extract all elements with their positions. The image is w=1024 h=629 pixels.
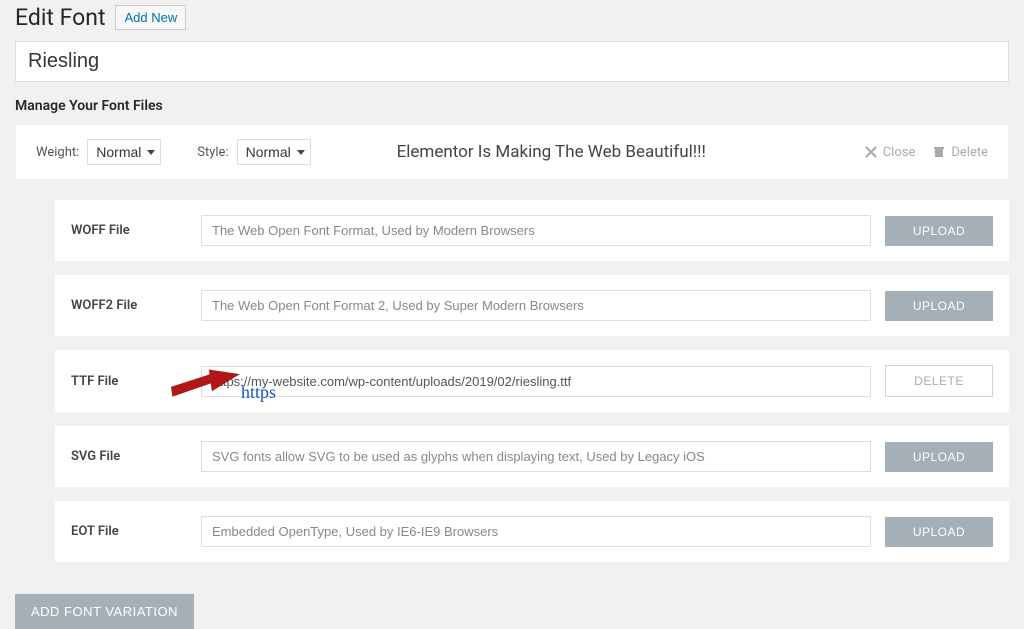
section-title: Manage Your Font Files [15,98,1009,114]
upload-file-button[interactable]: UPLOAD [885,517,993,547]
page-title: Edit Font [15,4,105,31]
file-row: SVG File UPLOAD [55,426,1009,487]
file-path-input[interactable] [201,516,871,547]
file-row: WOFF2 File UPLOAD [55,275,1009,336]
file-row-label: WOFF File [71,223,201,238]
font-name-input[interactable] [15,41,1009,82]
file-row: TTF FileDELETEhttps [55,350,1009,412]
delete-button[interactable]: Delete [933,145,988,160]
trash-icon [933,146,945,158]
file-path-input[interactable] [201,290,871,321]
file-path-input[interactable] [201,441,871,472]
file-row-label: EOT File [71,524,201,539]
close-button[interactable]: Close [865,145,916,160]
upload-file-button[interactable]: UPLOAD [885,216,993,246]
style-label: Style: [197,145,228,160]
preview-text: Elementor Is Making The Web Beautiful!!! [347,142,847,162]
file-rows: WOFF File UPLOAD WOFF2 File UPLOAD TTF File D… [15,200,1009,562]
upload-file-button[interactable]: UPLOAD [885,442,993,472]
variation-bar: Weight: Normal Style: Normal Elementor I… [15,124,1009,180]
file-path-input[interactable] [201,366,871,397]
file-path-input[interactable] [201,215,871,246]
weight-select[interactable]: Normal [87,139,161,165]
upload-file-button[interactable]: UPLOAD [885,291,993,321]
close-icon [865,146,877,158]
weight-label: Weight: [36,145,79,160]
file-row: WOFF File UPLOAD [55,200,1009,261]
delete-file-button[interactable]: DELETE [885,365,993,397]
add-new-button[interactable]: Add New [115,5,186,30]
file-row-label: SVG File [71,449,201,464]
file-row: EOT File UPLOAD [55,501,1009,562]
style-select[interactable]: Normal [237,139,311,165]
file-row-label: TTF File [71,374,201,389]
file-row-label: WOFF2 File [71,298,201,313]
add-font-variation-button[interactable]: ADD FONT VARIATION [15,594,194,629]
